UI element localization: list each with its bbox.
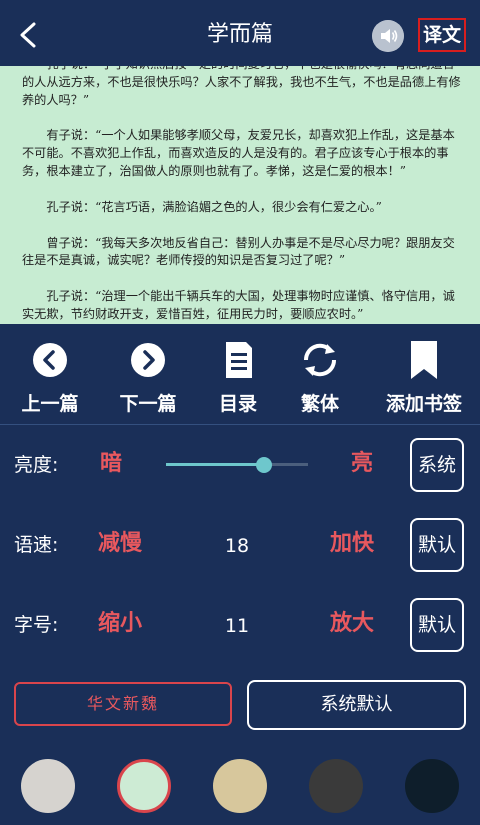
previous-circle-icon — [33, 343, 67, 377]
paragraph: 孔子说：“治理一个能出千辆兵车的大国，处理事物时应谨慎、恪守信用，诚实无欺，节约… — [22, 289, 455, 321]
bookmark-icon — [411, 341, 437, 379]
speaker-icon[interactable] — [372, 20, 404, 52]
top-bar: 学而篇 译文 — [0, 0, 480, 66]
paragraph: 有子说：“一个人如果能够孝顺父母，友爱兄长，却喜欢犯上作乱，这是基本不可能。不喜… — [22, 128, 455, 178]
divider — [0, 424, 480, 425]
previous-chapter-label: 上一篇 — [21, 393, 79, 415]
theme-swatch-tan[interactable] — [213, 759, 267, 813]
brightness-dark-label: 暗 — [100, 451, 123, 476]
add-bookmark-label: 添加书签 — [385, 393, 462, 415]
brightness-slider-fill — [166, 463, 264, 466]
next-chapter-button[interactable]: 下一篇 — [100, 334, 196, 422]
page-title: 学而篇 — [206, 22, 273, 47]
theme-swatch-navy[interactable] — [405, 759, 459, 813]
traditional-chinese-label: 繁体 — [300, 393, 339, 415]
speech-speed-value: 18 — [224, 535, 250, 557]
previous-chapter-button[interactable]: 上一篇 — [2, 334, 98, 422]
font-smaller-button[interactable]: 缩小 — [98, 609, 142, 639]
font-bigger-button[interactable]: 放大 — [330, 609, 374, 639]
traditional-chinese-button[interactable]: 繁体 — [272, 334, 368, 422]
refresh-icon — [303, 343, 337, 377]
action-bar: 上一篇 下一篇 目录 繁体 添加书签 — [0, 324, 480, 424]
next-chapter-label: 下一篇 — [119, 393, 177, 415]
brightness-slider-thumb[interactable] — [256, 457, 272, 473]
paragraph: 曾子说：“我每天多次地反省自己：替别人办事是不是尽心尽力呢？跟朋友交往是不是真诚… — [22, 235, 455, 268]
font-default-button[interactable]: 默认 — [410, 598, 464, 652]
paragraph: 孔子说：“学了知识然后按一定的时间复习它，不也是很愉快吗？有志同道合的人从远方来… — [22, 66, 461, 107]
reader-content: 孔子说：“学了知识然后按一定的时间复习它，不也是很愉快吗？有志同道合的人从远方来… — [22, 66, 462, 324]
brightness-label: 亮度: — [14, 454, 59, 476]
theme-swatch-dark-gray[interactable] — [309, 759, 363, 813]
font-family-button[interactable]: 华文新魏 — [14, 682, 232, 726]
speech-speed-label: 语速: — [14, 534, 59, 556]
font-size-value: 11 — [224, 615, 250, 637]
paragraph: 孔子说：“花言巧语，满脸谄媚之色的人，很少会有仁爱之心。” — [46, 199, 382, 214]
brightness-bright-label: 亮 — [351, 451, 374, 476]
brightness-system-button[interactable]: 系统 — [410, 438, 464, 492]
theme-swatch-green[interactable] — [117, 759, 171, 813]
theme-swatch-gray[interactable] — [21, 759, 75, 813]
next-circle-icon — [131, 343, 165, 377]
reader-text-area[interactable]: 孔子说：“学了知识然后按一定的时间复习它，不也是很愉快吗？有志同道合的人从远方来… — [0, 66, 480, 324]
speed-slower-button[interactable]: 减慢 — [98, 529, 142, 559]
speed-default-button[interactable]: 默认 — [410, 518, 464, 572]
add-bookmark-button[interactable]: 添加书签 — [372, 334, 476, 422]
system-default-button[interactable]: 系统默认 — [247, 680, 466, 730]
translate-button[interactable]: 译文 — [418, 18, 466, 52]
speed-faster-button[interactable]: 加快 — [330, 529, 374, 559]
font-size-label: 字号: — [14, 614, 59, 636]
